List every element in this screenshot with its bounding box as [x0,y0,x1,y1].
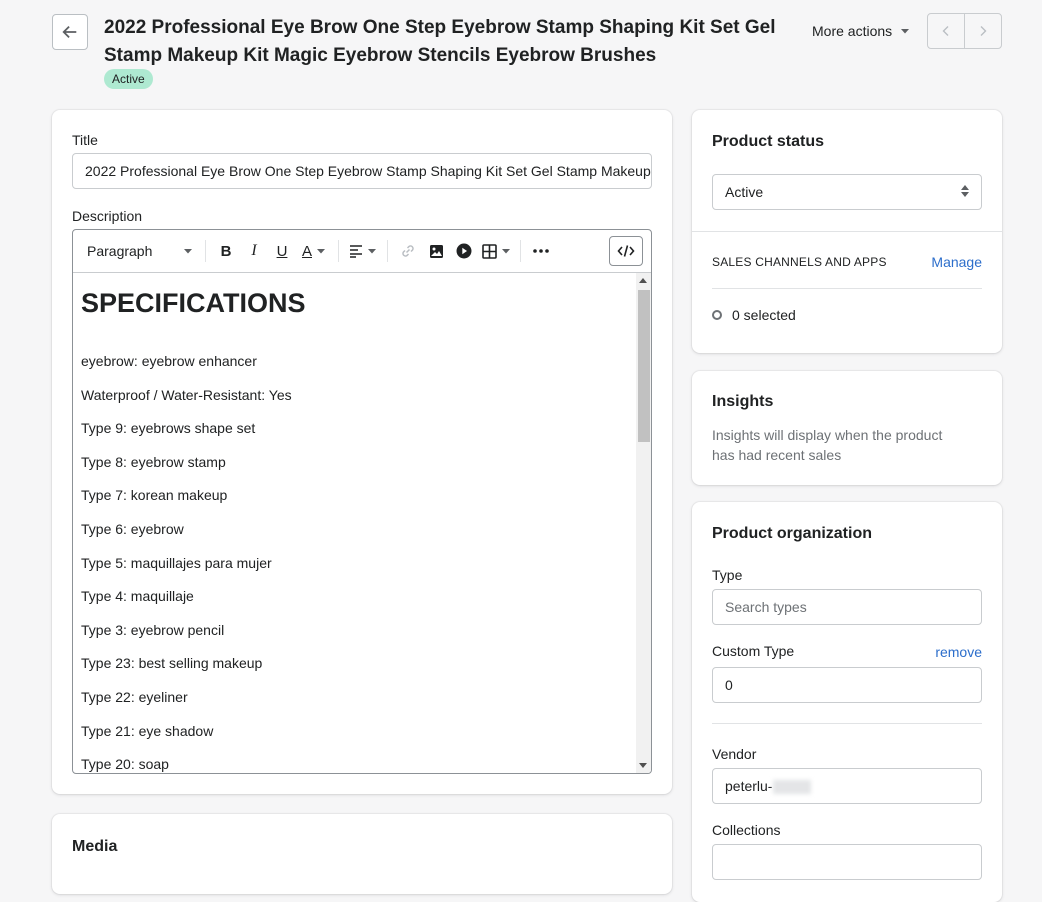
description-editor[interactable]: Paragraph B I U A SPECIFICATIONS eyebrow… [72,229,652,774]
text-color-button[interactable]: A [296,237,332,265]
description-line: Type 23: best selling makeup [81,655,263,672]
more-actions-button[interactable]: More actions [812,20,910,42]
pagination [927,13,1002,49]
bold-button[interactable]: B [212,237,240,265]
insert-video-button[interactable] [450,237,478,265]
insert-table-button[interactable] [478,237,514,265]
product-status-card: Product status Active SALES CHANNELS AND… [692,110,1002,353]
paragraph-label: Paragraph [87,243,153,259]
manage-channels-link[interactable]: Manage [931,254,982,270]
description-line: Type 3: eyebrow pencil [81,621,225,638]
play-circle-icon [456,243,472,259]
toolbar-divider [387,240,388,262]
channels-selected-count: 0 selected [732,307,796,323]
description-line: Type 21: eye shadow [81,722,214,739]
next-product-button[interactable] [964,14,1001,48]
sales-channels-heading: SALES CHANNELS AND APPS [712,255,887,269]
scrollbar-thumb[interactable] [638,290,650,442]
caret-down-icon [901,29,910,34]
chevron-left-icon [942,26,949,36]
description-line: Type 5: maquillajes para mujer [81,554,272,571]
description-heading: SPECIFICATIONS [81,288,306,318]
more-horizontal-icon [533,249,549,253]
select-arrows-icon [961,185,969,197]
collections-input[interactable] [712,844,982,880]
type-label: Type [712,567,743,583]
custom-type-input[interactable]: 0 [712,667,982,703]
back-button[interactable] [52,14,88,50]
caret-down-icon [184,249,192,254]
vendor-value: peterlu- [725,778,773,794]
scroll-up-icon[interactable] [639,278,647,283]
divider [712,288,982,289]
code-icon [617,245,635,257]
caret-down-icon [501,249,510,254]
product-organization-title: Product organization [712,525,872,542]
scroll-down-icon[interactable] [639,763,647,768]
show-html-button[interactable] [609,236,643,266]
table-icon [481,243,497,259]
description-line: Type 6: eyebrow [81,520,184,537]
more-actions-label: More actions [812,23,893,39]
description-line: Type 7: korean makeup [81,487,228,504]
editor-scrollbar[interactable] [636,273,651,773]
description-line: Type 22: eyeliner [81,688,188,705]
toolbar-divider [520,240,521,262]
description-line: Type 4: maquillaje [81,588,194,605]
insights-card: Insights Insights will display when the … [692,371,1002,485]
italic-button[interactable]: I [240,237,268,265]
collections-label: Collections [712,822,781,838]
paragraph-format-select[interactable]: Paragraph [81,236,199,266]
media-card: Media [52,814,672,894]
description-line: Type 9: eyebrows shape set [81,420,256,437]
toolbar-divider [205,240,206,262]
underline-button[interactable]: U [268,237,296,265]
custom-type-label: Custom Type [712,643,795,659]
text-color-label: A [301,242,312,260]
product-status-select[interactable]: Active [712,174,982,210]
product-details-card: Title 2022 Professional Eye Brow One Ste… [52,110,672,794]
toolbar-divider [338,240,339,262]
title-label: Title [72,132,98,148]
more-formatting-button[interactable] [527,237,555,265]
description-line: eyebrow: eyebrow enhancer [81,353,257,369]
product-status-value: Active [725,184,764,200]
description-label: Description [72,208,143,224]
media-title: Media [72,838,118,855]
product-status-title: Product status [712,133,825,150]
editor-toolbar: Paragraph B I U A [73,230,651,273]
description-line: Waterproof / Water-Resistant: Yes [81,386,292,403]
vendor-label: Vendor [712,746,757,762]
redacted-text [773,780,812,795]
insights-body: Insights will display when the product h… [712,427,943,463]
arrow-left-icon [62,25,77,39]
type-search-input[interactable]: Search types [712,589,982,625]
title-input[interactable]: 2022 Professional Eye Brow One Step Eyeb… [72,153,652,189]
caret-down-icon [368,249,376,254]
editor-content[interactable]: SPECIFICATIONS eyebrow: eyebrow enhancer… [73,273,636,773]
remove-custom-type-link[interactable]: remove [935,644,982,660]
divider [692,231,1002,232]
insert-image-button[interactable] [422,237,450,265]
image-icon [429,244,443,258]
status-badge: Active [104,69,153,89]
align-left-icon [350,245,362,258]
previous-product-button[interactable] [928,14,964,48]
link-icon [402,245,414,257]
chevron-right-icon [980,26,987,36]
description-line: Type 20: soap [81,756,169,773]
caret-down-icon [317,249,325,254]
align-button[interactable] [345,237,381,265]
page-title: 2022 Professional Eye Brow One Step Eyeb… [104,17,776,66]
insert-link-button[interactable] [394,237,422,265]
divider [712,723,982,724]
status-circle-icon [712,310,722,320]
product-organization-card: Product organization Type Search types C… [692,502,1002,902]
description-line: Type 8: eyebrow stamp [81,453,226,470]
insights-title: Insights [712,393,774,410]
vendor-input[interactable]: peterlu- [712,768,982,804]
